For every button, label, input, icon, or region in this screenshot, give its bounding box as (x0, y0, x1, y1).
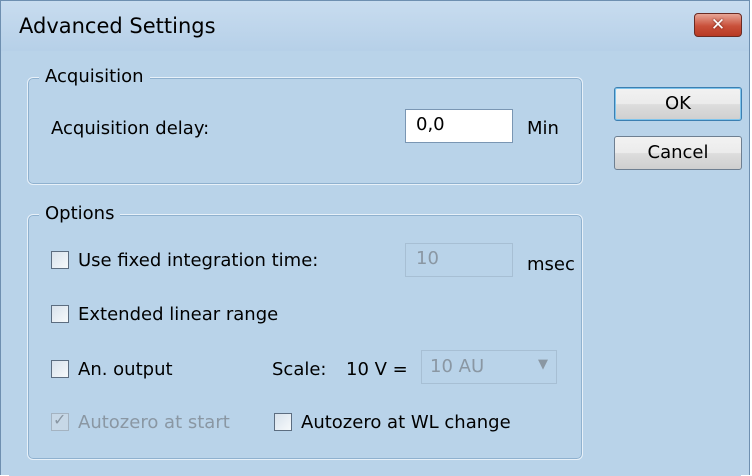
integration-time-input[interactable]: 10 (405, 243, 513, 277)
dialog-body: Acquisition Acquisition delay: 0,0 Min O… (9, 51, 742, 476)
chevron-down-icon: ▼ (538, 357, 548, 372)
acquisition-delay-input[interactable]: 0,0 (405, 109, 513, 143)
scale-prefix-label: 10 V = (346, 359, 408, 380)
close-button[interactable]: ✕ (694, 13, 742, 37)
autozero-start-checkbox[interactable]: ✓ (51, 410, 69, 431)
autozero-wl-change-label[interactable]: Autozero at WL change (301, 412, 511, 433)
scale-select[interactable]: 10 AU ▼ (421, 350, 557, 384)
scale-label: Scale: (272, 359, 327, 380)
fixed-integration-checkbox[interactable] (51, 251, 69, 269)
title-bar[interactable]: Advanced Settings ✕ (1, 1, 749, 51)
acquisition-group-label: Acquisition (39, 66, 150, 87)
extended-linear-range-checkbox[interactable] (51, 305, 69, 323)
options-group-label: Options (39, 203, 121, 224)
close-icon: ✕ (710, 15, 726, 35)
autozero-wl-change-checkbox[interactable] (274, 413, 292, 431)
analog-output-label[interactable]: An. output (78, 359, 173, 380)
fixed-integration-label[interactable]: Use fixed integration time: (78, 250, 318, 271)
cancel-button[interactable]: Cancel (614, 136, 742, 170)
advanced-settings-dialog: Advanced Settings ✕ Acquisition Acquisit… (0, 0, 750, 476)
acquisition-delay-label: Acquisition delay: (51, 118, 210, 139)
window-title: Advanced Settings (19, 14, 216, 38)
scale-select-value: 10 AU (430, 356, 485, 377)
integration-time-unit: msec (527, 254, 575, 275)
ok-button[interactable]: OK (614, 87, 742, 121)
checkmark-icon: ✓ (53, 410, 67, 429)
acquisition-delay-unit: Min (527, 118, 559, 139)
autozero-start-label[interactable]: Autozero at start (78, 412, 230, 433)
extended-linear-range-label[interactable]: Extended linear range (78, 304, 278, 325)
analog-output-checkbox[interactable] (51, 360, 69, 378)
